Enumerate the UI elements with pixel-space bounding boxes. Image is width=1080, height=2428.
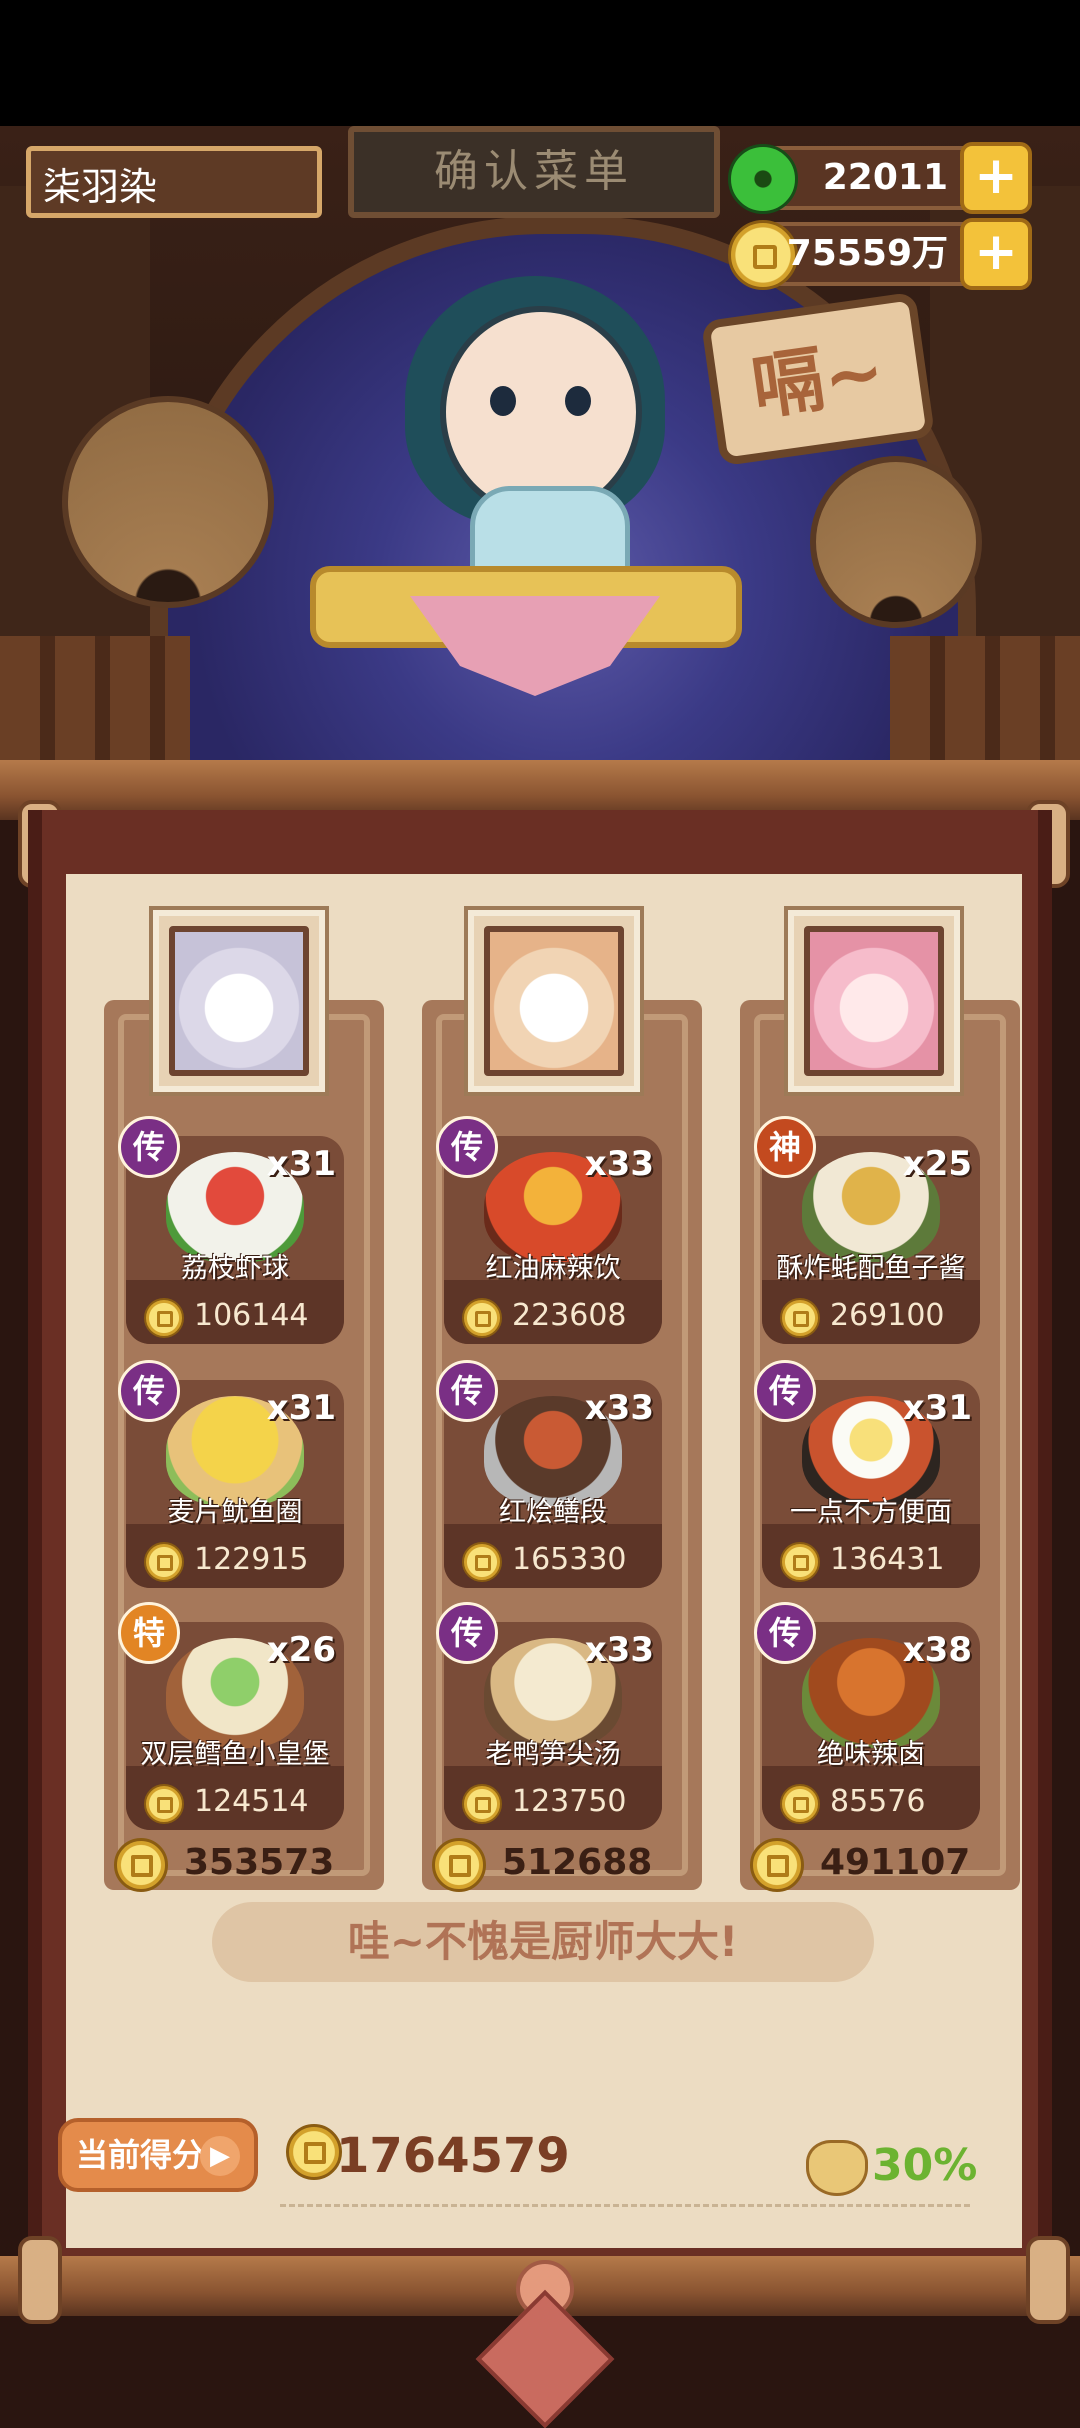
dish-card[interactable]: 传 x33 红烩鳝段 165330: [436, 1360, 662, 1588]
jade-currency: 22011 +: [728, 142, 1032, 214]
rarity-badge: 传: [436, 1602, 498, 1664]
dish-name: 酥炸蚝配鱼子酱: [776, 1253, 966, 1284]
dish-name: 老鸭笋尖汤: [485, 1739, 621, 1770]
dish-price: 122915: [144, 1540, 334, 1582]
dish-card[interactable]: 传 x31 麦片鱿鱼圈 122915: [118, 1360, 344, 1588]
scroll-cap: [18, 2236, 62, 2324]
coin-icon: [462, 1298, 502, 1338]
fan-icon: [62, 396, 274, 608]
dish-name: 一点不方便面: [790, 1497, 952, 1528]
score-divider: [280, 2204, 970, 2207]
rarity-badge: 传: [436, 1360, 498, 1422]
rarity-badge: 传: [118, 1360, 180, 1422]
dish-quantity: x25: [902, 1144, 972, 1184]
dish-name: 红烩鳝段: [499, 1497, 607, 1528]
player-name: 柒羽染: [26, 146, 322, 218]
customer-portrait[interactable]: [468, 910, 640, 1092]
coin-icon: [286, 2124, 342, 2180]
coin-icon: [750, 1838, 804, 1892]
silver-hair-girl-icon: [169, 926, 309, 1076]
character-eye: [565, 386, 591, 416]
coin-icon: [462, 1542, 502, 1582]
dish-quantity: x31: [266, 1388, 336, 1428]
rarity-badge: 传: [436, 1116, 498, 1178]
jade-amount: 22011: [822, 157, 948, 198]
praise-banner: 哇~不愧是厨师大大!: [212, 1902, 874, 1982]
coin-icon: [144, 1298, 184, 1338]
coin-icon: [114, 1838, 168, 1892]
dish-card[interactable]: 传 x38 绝味辣卤 85576: [754, 1602, 980, 1830]
add-jade-button[interactable]: +: [960, 142, 1032, 214]
dish-name: 绝味辣卤: [817, 1739, 925, 1770]
fence-right: [890, 636, 1080, 766]
coin-icon: [780, 1298, 820, 1338]
coin-icon: [780, 1784, 820, 1824]
speech-bubble: 嗝~: [700, 291, 936, 467]
rarity-badge: 传: [754, 1602, 816, 1664]
character-eye: [490, 386, 516, 416]
dish-name: 红油麻辣饮: [485, 1253, 621, 1284]
dish-price: 223608: [462, 1296, 652, 1338]
dish-quantity: x31: [266, 1144, 336, 1184]
pink-hair-girl-icon: [804, 926, 944, 1076]
jade-icon: [728, 144, 798, 214]
coin-currency: 75559万 +: [728, 218, 1032, 290]
dish-card[interactable]: 神 x25 酥炸蚝配鱼子酱 269100: [754, 1116, 980, 1344]
chinese-knot-icon: [475, 2260, 615, 2428]
customer-total: 491107: [750, 1838, 1010, 1892]
dish-card[interactable]: 传 x31 荔枝虾球 106144: [118, 1116, 344, 1344]
fan-icon: [810, 456, 982, 628]
dish-name: 麦片鱿鱼圈: [167, 1497, 303, 1528]
customer-total: 353573: [114, 1838, 374, 1892]
dish-name: 双层鳕鱼小皇堡: [140, 1739, 330, 1770]
scroll-cap: [1026, 2236, 1070, 2324]
dish-quantity: x38: [902, 1630, 972, 1670]
dish-card[interactable]: 特 x26 双层鳕鱼小皇堡 124514: [118, 1602, 344, 1830]
dish-card[interactable]: 传 x33 红油麻辣饮 223608: [436, 1116, 662, 1344]
current-score-label: 当前得分: [76, 2136, 205, 2174]
lion-dance-boy-icon: [484, 926, 624, 1076]
dish-card[interactable]: 传 x33 老鸭笋尖汤 123750: [436, 1602, 662, 1830]
dish-quantity: x33: [584, 1144, 654, 1184]
dish-price: 165330: [462, 1540, 652, 1582]
dish-name: 荔枝虾球: [181, 1253, 289, 1284]
score-value: 1764579: [336, 2128, 570, 2184]
dish-price: 124514: [144, 1782, 334, 1824]
rarity-badge: 传: [754, 1360, 816, 1422]
dish-price: 136431: [780, 1540, 970, 1582]
dish-quantity: x33: [584, 1630, 654, 1670]
dish-quantity: x33: [584, 1388, 654, 1428]
dish-price: 123750: [462, 1782, 652, 1824]
dish-quantity: x31: [902, 1388, 972, 1428]
chevron-right-icon: ▶: [200, 2136, 240, 2176]
bonus-percent: 30%: [872, 2140, 978, 2191]
coin-icon: [462, 1784, 502, 1824]
coin-icon: [144, 1784, 184, 1824]
dish-card[interactable]: 传 x31 一点不方便面 136431: [754, 1360, 980, 1588]
rarity-badge: 传: [118, 1116, 180, 1178]
dish-quantity: x26: [266, 1630, 336, 1670]
current-score-button[interactable]: 当前得分 ▶: [58, 2118, 258, 2192]
menu-sign: 确认菜单: [348, 126, 720, 218]
money-bag-icon: [806, 2140, 868, 2196]
status-bar: [0, 0, 1080, 126]
coin-icon: [432, 1838, 486, 1892]
customer-total-value: 512688: [502, 1842, 653, 1883]
customer-total-value: 353573: [184, 1842, 335, 1883]
coin-icon: [144, 1542, 184, 1582]
fence-left: [0, 636, 190, 766]
coin-icon: [780, 1542, 820, 1582]
dish-price: 85576: [780, 1782, 970, 1824]
coin-amount: 75559万: [786, 233, 948, 274]
dish-price: 269100: [780, 1296, 970, 1338]
customer-total: 512688: [432, 1838, 692, 1892]
rarity-badge: 神: [754, 1116, 816, 1178]
dish-price: 106144: [144, 1296, 334, 1338]
customer-total-value: 491107: [820, 1842, 971, 1883]
add-coin-button[interactable]: +: [960, 218, 1032, 290]
rarity-badge: 特: [118, 1602, 180, 1664]
customer-portrait[interactable]: [153, 910, 325, 1092]
customer-portrait[interactable]: [788, 910, 960, 1092]
